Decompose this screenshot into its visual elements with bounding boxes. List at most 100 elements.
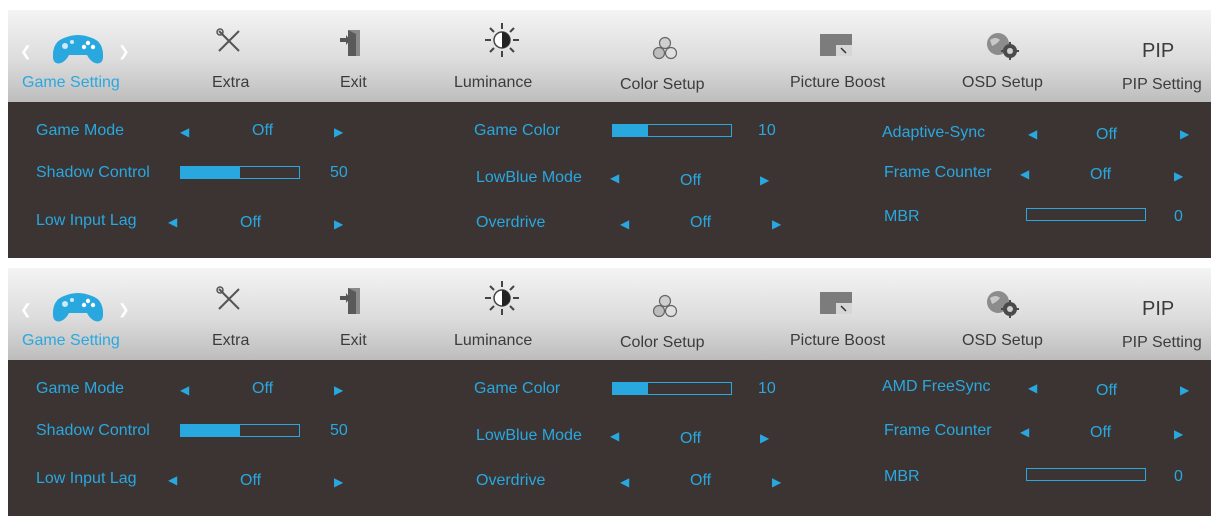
shadow-control-label: Shadow Control — [36, 422, 150, 439]
tab-exit[interactable]: Exit — [328, 10, 378, 102]
right-arrow-icon[interactable]: ▶ — [334, 216, 343, 232]
low-input-lag-value[interactable]: Off — [240, 214, 261, 232]
settings-content: Game Mode ◀ Off ▶ Shadow Control 50 Low … — [8, 360, 1211, 516]
adaptive-sync-label: Adaptive-Sync — [882, 124, 986, 141]
tab-color-setup[interactable]: Color Setup — [620, 268, 720, 360]
game-mode-label: Game Mode — [36, 122, 125, 139]
tab-label: PIP Setting — [1122, 76, 1202, 93]
tab-label: Exit — [340, 332, 367, 349]
osd-tab-bar: ❮ ❯ Game Setting Extra Exit Luminance Co… — [8, 10, 1211, 102]
tab-osd-setup[interactable]: OSD Setup — [962, 10, 1052, 102]
left-arrow-icon[interactable]: ◀ — [610, 428, 619, 444]
game-color-label: Game Color — [474, 380, 561, 397]
exit-door-icon — [340, 30, 360, 56]
globe-gear-icon — [987, 33, 1019, 60]
left-arrow-icon[interactable]: ◀ — [1028, 126, 1037, 142]
sun-icon — [485, 23, 519, 57]
pip-icon: PIP — [1142, 298, 1175, 320]
slider-fill — [613, 125, 649, 136]
game-color-slider[interactable] — [612, 382, 732, 395]
tab-label: Luminance — [454, 74, 533, 91]
tab-pip-setting[interactable]: PIP PIP Setting — [1122, 10, 1211, 102]
right-arrow-icon[interactable]: ▶ — [760, 172, 769, 188]
slider-fill — [181, 425, 240, 436]
tab-label: Color Setup — [620, 76, 705, 93]
mbr-slider[interactable] — [1026, 208, 1146, 221]
right-arrow-icon[interactable]: ▶ — [1180, 126, 1189, 142]
tab-label: Extra — [212, 332, 250, 349]
left-arrow-icon[interactable]: ◀ — [610, 170, 619, 186]
right-arrow-icon[interactable]: ▶ — [760, 430, 769, 446]
frame-counter-value[interactable]: Off — [1090, 424, 1111, 442]
tab-extra[interactable]: Extra — [204, 268, 264, 360]
left-arrow-icon[interactable]: ◀ — [168, 472, 177, 488]
left-arrow-icon[interactable]: ◀ — [620, 474, 629, 490]
chevron-right-icon[interactable]: ❯ — [118, 301, 130, 317]
tab-color-setup[interactable]: Color Setup — [620, 10, 720, 102]
mbr-label: MBR — [884, 208, 920, 225]
game-mode-value[interactable]: Off — [252, 122, 273, 140]
left-arrow-icon[interactable]: ◀ — [180, 124, 189, 140]
osd-tab-bar: ❮ ❯ Game Setting Extra Exit Luminance Co… — [8, 268, 1211, 360]
lowblue-mode-value[interactable]: Off — [680, 172, 701, 190]
low-input-lag-value[interactable]: Off — [240, 472, 261, 490]
tab-picture-boost[interactable]: Picture Boost — [790, 268, 900, 360]
game-color-slider[interactable] — [612, 124, 732, 137]
tab-picture-boost[interactable]: Picture Boost — [790, 10, 900, 102]
shadow-control-slider[interactable] — [180, 166, 300, 179]
tab-osd-setup[interactable]: OSD Setup — [962, 268, 1052, 360]
left-arrow-icon[interactable]: ◀ — [1020, 424, 1029, 440]
left-arrow-icon[interactable]: ◀ — [168, 214, 177, 230]
tab-game-setting[interactable]: ❮ ❯ Game Setting — [8, 10, 148, 102]
overdrive-label: Overdrive — [476, 472, 546, 489]
right-arrow-icon[interactable]: ▶ — [334, 474, 343, 490]
lowblue-mode-label: LowBlue Mode — [476, 169, 582, 186]
left-arrow-icon[interactable]: ◀ — [1020, 166, 1029, 182]
mbr-label: MBR — [884, 468, 920, 485]
shadow-control-label: Shadow Control — [36, 164, 150, 181]
right-arrow-icon[interactable]: ▶ — [1174, 168, 1183, 184]
overdrive-value[interactable]: Off — [690, 472, 711, 490]
left-arrow-icon[interactable]: ◀ — [1028, 380, 1037, 396]
amd-freesync-label: AMD FreeSync — [882, 378, 991, 395]
right-arrow-icon[interactable]: ▶ — [334, 124, 343, 140]
left-arrow-icon[interactable]: ◀ — [620, 216, 629, 232]
chevron-left-icon[interactable]: ❮ — [20, 43, 32, 59]
osd-panel-freesync: ❮ ❯ Game Setting Extra Exit Luminance Co… — [8, 268, 1211, 516]
left-arrow-icon[interactable]: ◀ — [180, 382, 189, 398]
frame-counter-value[interactable]: Off — [1090, 166, 1111, 184]
color-circles-icon — [652, 36, 678, 60]
overdrive-value[interactable]: Off — [690, 214, 711, 232]
shadow-control-value: 50 — [330, 422, 348, 439]
right-arrow-icon[interactable]: ▶ — [334, 382, 343, 398]
tab-label: Luminance — [454, 332, 533, 349]
osd-panel-adaptive-sync: ❮ ❯ Game Setting Extra Exit Luminance Co… — [8, 10, 1211, 258]
lowblue-mode-label: LowBlue Mode — [476, 427, 582, 444]
globe-gear-icon — [987, 291, 1019, 318]
game-mode-value[interactable]: Off — [252, 380, 273, 398]
chevron-left-icon[interactable]: ❮ — [20, 301, 32, 317]
right-arrow-icon[interactable]: ▶ — [772, 474, 781, 490]
chevron-right-icon[interactable]: ❯ — [118, 43, 130, 59]
lowblue-mode-value[interactable]: Off — [680, 430, 701, 448]
sun-icon — [485, 281, 519, 315]
tab-label: PIP Setting — [1122, 334, 1202, 351]
amd-freesync-value[interactable]: Off — [1096, 382, 1117, 400]
right-arrow-icon[interactable]: ▶ — [1174, 426, 1183, 442]
mbr-value: 0 — [1174, 208, 1183, 225]
shadow-control-slider[interactable] — [180, 424, 300, 437]
right-arrow-icon[interactable]: ▶ — [772, 216, 781, 232]
tab-pip-setting[interactable]: PIP PIP Setting — [1122, 268, 1211, 360]
mbr-value: 0 — [1174, 468, 1183, 485]
tab-extra[interactable]: Extra — [204, 10, 264, 102]
exit-door-icon — [340, 288, 360, 314]
tab-luminance[interactable]: Luminance — [454, 10, 554, 102]
adaptive-sync-value[interactable]: Off — [1096, 126, 1117, 144]
tab-label: Picture Boost — [790, 74, 886, 91]
tab-exit[interactable]: Exit — [328, 268, 378, 360]
mbr-slider[interactable] — [1026, 468, 1146, 481]
right-arrow-icon[interactable]: ▶ — [1180, 382, 1189, 398]
game-color-value: 10 — [758, 380, 776, 397]
tab-luminance[interactable]: Luminance — [454, 268, 554, 360]
tab-game-setting[interactable]: ❮ ❯ Game Setting — [8, 268, 148, 360]
